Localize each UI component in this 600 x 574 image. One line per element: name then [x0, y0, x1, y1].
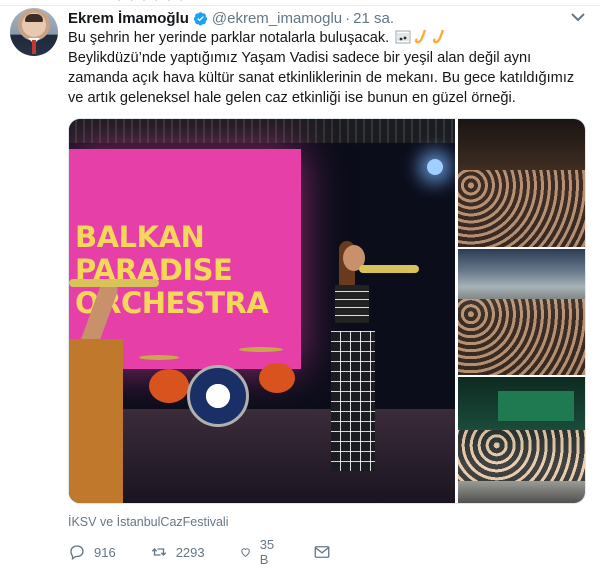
musical-score-emoji-icon [395, 30, 411, 44]
saxophone-emoji-icon [415, 29, 427, 44]
tom-drum [149, 369, 189, 403]
player-body [69, 339, 123, 503]
player-pants [331, 331, 375, 471]
chevron-down-icon[interactable] [570, 11, 586, 23]
cymbal-2 [239, 347, 283, 352]
reply-count: 916 [94, 544, 116, 560]
trumpet-player-left [69, 269, 139, 503]
stage-light [427, 159, 443, 175]
like-count: 35 B [259, 537, 275, 567]
stage-truss [69, 119, 455, 143]
retweet-count: 2293 [175, 544, 205, 560]
drum-kit [139, 335, 295, 427]
media-grid[interactable]: BALKAN PARADISE ORCHESTRA [68, 118, 586, 504]
reply-button[interactable]: 916 [68, 543, 116, 561]
tweet-header: Ekrem İmamoğlu @ekrem_imamoglu · 21 sa. [68, 8, 394, 28]
like-button[interactable]: 35 B [239, 537, 279, 567]
media-photo-audience[interactable] [458, 249, 585, 375]
retweet-icon [151, 548, 166, 556]
banner-line-1: BALKAN [75, 220, 205, 254]
envelope-icon [314, 546, 330, 558]
media-photo-stage[interactable]: BALKAN PARADISE ORCHESTRA [69, 119, 455, 503]
trumpet-player-main [315, 241, 419, 495]
thread-dots: • • • • • • [118, 0, 187, 4]
avatar-tie [32, 40, 36, 54]
photo-attribution[interactable]: İKSV ve İstanbulCazFestivali [68, 515, 229, 529]
crowd-2 [458, 299, 585, 375]
tweet-timestamp[interactable]: 21 sa. [353, 10, 394, 27]
tweet-top-border: • • • • • • [0, 0, 600, 6]
verified-badge-icon [193, 11, 207, 25]
reply-icon [70, 545, 84, 561]
crowd-3 [458, 429, 585, 481]
bass-drum [187, 365, 249, 427]
heart-icon [240, 548, 250, 557]
crowd [458, 170, 585, 247]
avatar[interactable] [10, 8, 58, 56]
tweet-text-body: Beylikdüzü’nde yaptığımız Yaşam Vadisi s… [68, 50, 575, 106]
retweet-button[interactable]: 2293 [150, 543, 205, 561]
tweet-text-line1: Bu şehrin her yerinde parklar notalarla … [68, 28, 588, 48]
tweet-line1-text: Bu şehrin her yerinde parklar notalarla … [68, 30, 390, 46]
media-photo-band[interactable] [458, 119, 585, 247]
avatar-hair [25, 14, 43, 22]
tom-drum-2 [259, 363, 295, 393]
cymbal [139, 355, 179, 360]
tweet-text: Bu şehrin her yerinde parklar notalarla … [68, 28, 588, 108]
player-top [335, 285, 369, 323]
event-sign [498, 391, 574, 421]
header-separator: · [345, 9, 351, 27]
media-photo-group[interactable] [458, 377, 585, 503]
trumpet [359, 265, 419, 273]
saxophone-emoji-icon-2 [433, 29, 445, 44]
trumpet-left [69, 279, 159, 287]
tweet-actions: 916 2293 35 B [68, 537, 368, 567]
author-name[interactable]: Ekrem İmamoğlu [68, 10, 189, 27]
dm-button[interactable] [313, 543, 339, 561]
author-handle[interactable]: @ekrem_imamoglu [212, 10, 342, 27]
